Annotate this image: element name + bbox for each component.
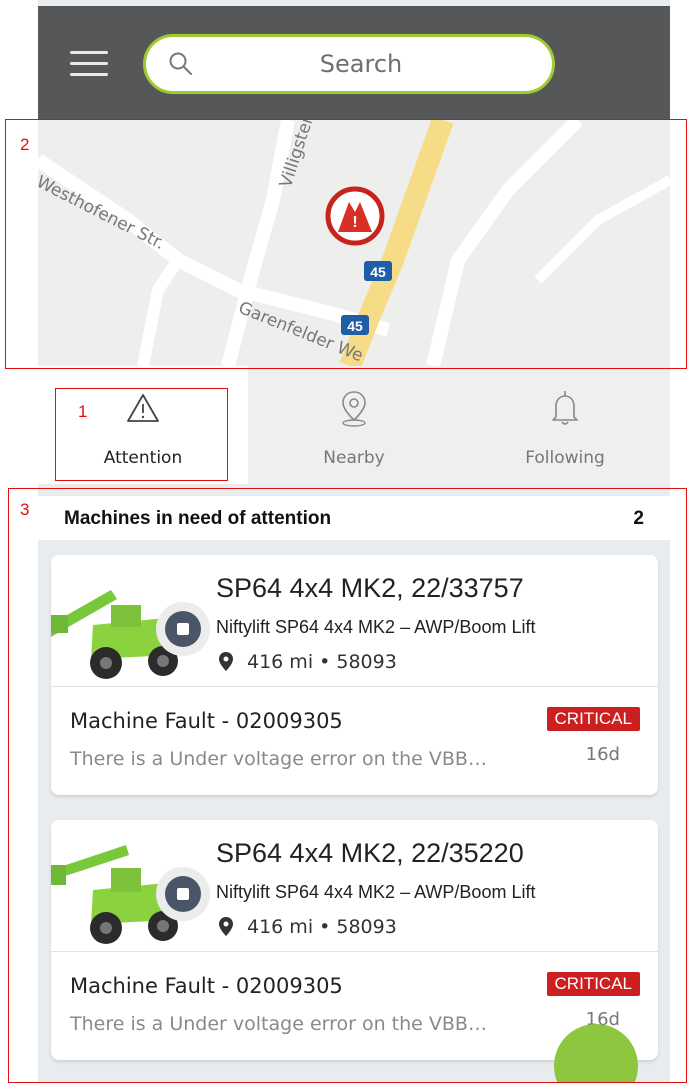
search-bar[interactable] (143, 34, 555, 94)
bell-icon (552, 391, 578, 425)
search-icon (169, 52, 192, 75)
annotation-box-map (5, 119, 687, 369)
tab-label: Nearby (323, 448, 385, 468)
tab-nearby[interactable]: Nearby (249, 366, 459, 484)
annotation-number: 2 (20, 135, 30, 154)
annotation-number: 1 (78, 402, 88, 421)
app-header (38, 6, 670, 120)
annotation-number: 3 (20, 500, 30, 519)
annotation-box-list (8, 488, 687, 1083)
menu-icon[interactable] (70, 51, 108, 77)
tab-following[interactable]: Following (460, 366, 670, 484)
location-pin-icon (342, 391, 366, 427)
search-input[interactable] (216, 47, 506, 81)
tab-label: Following (525, 448, 605, 468)
